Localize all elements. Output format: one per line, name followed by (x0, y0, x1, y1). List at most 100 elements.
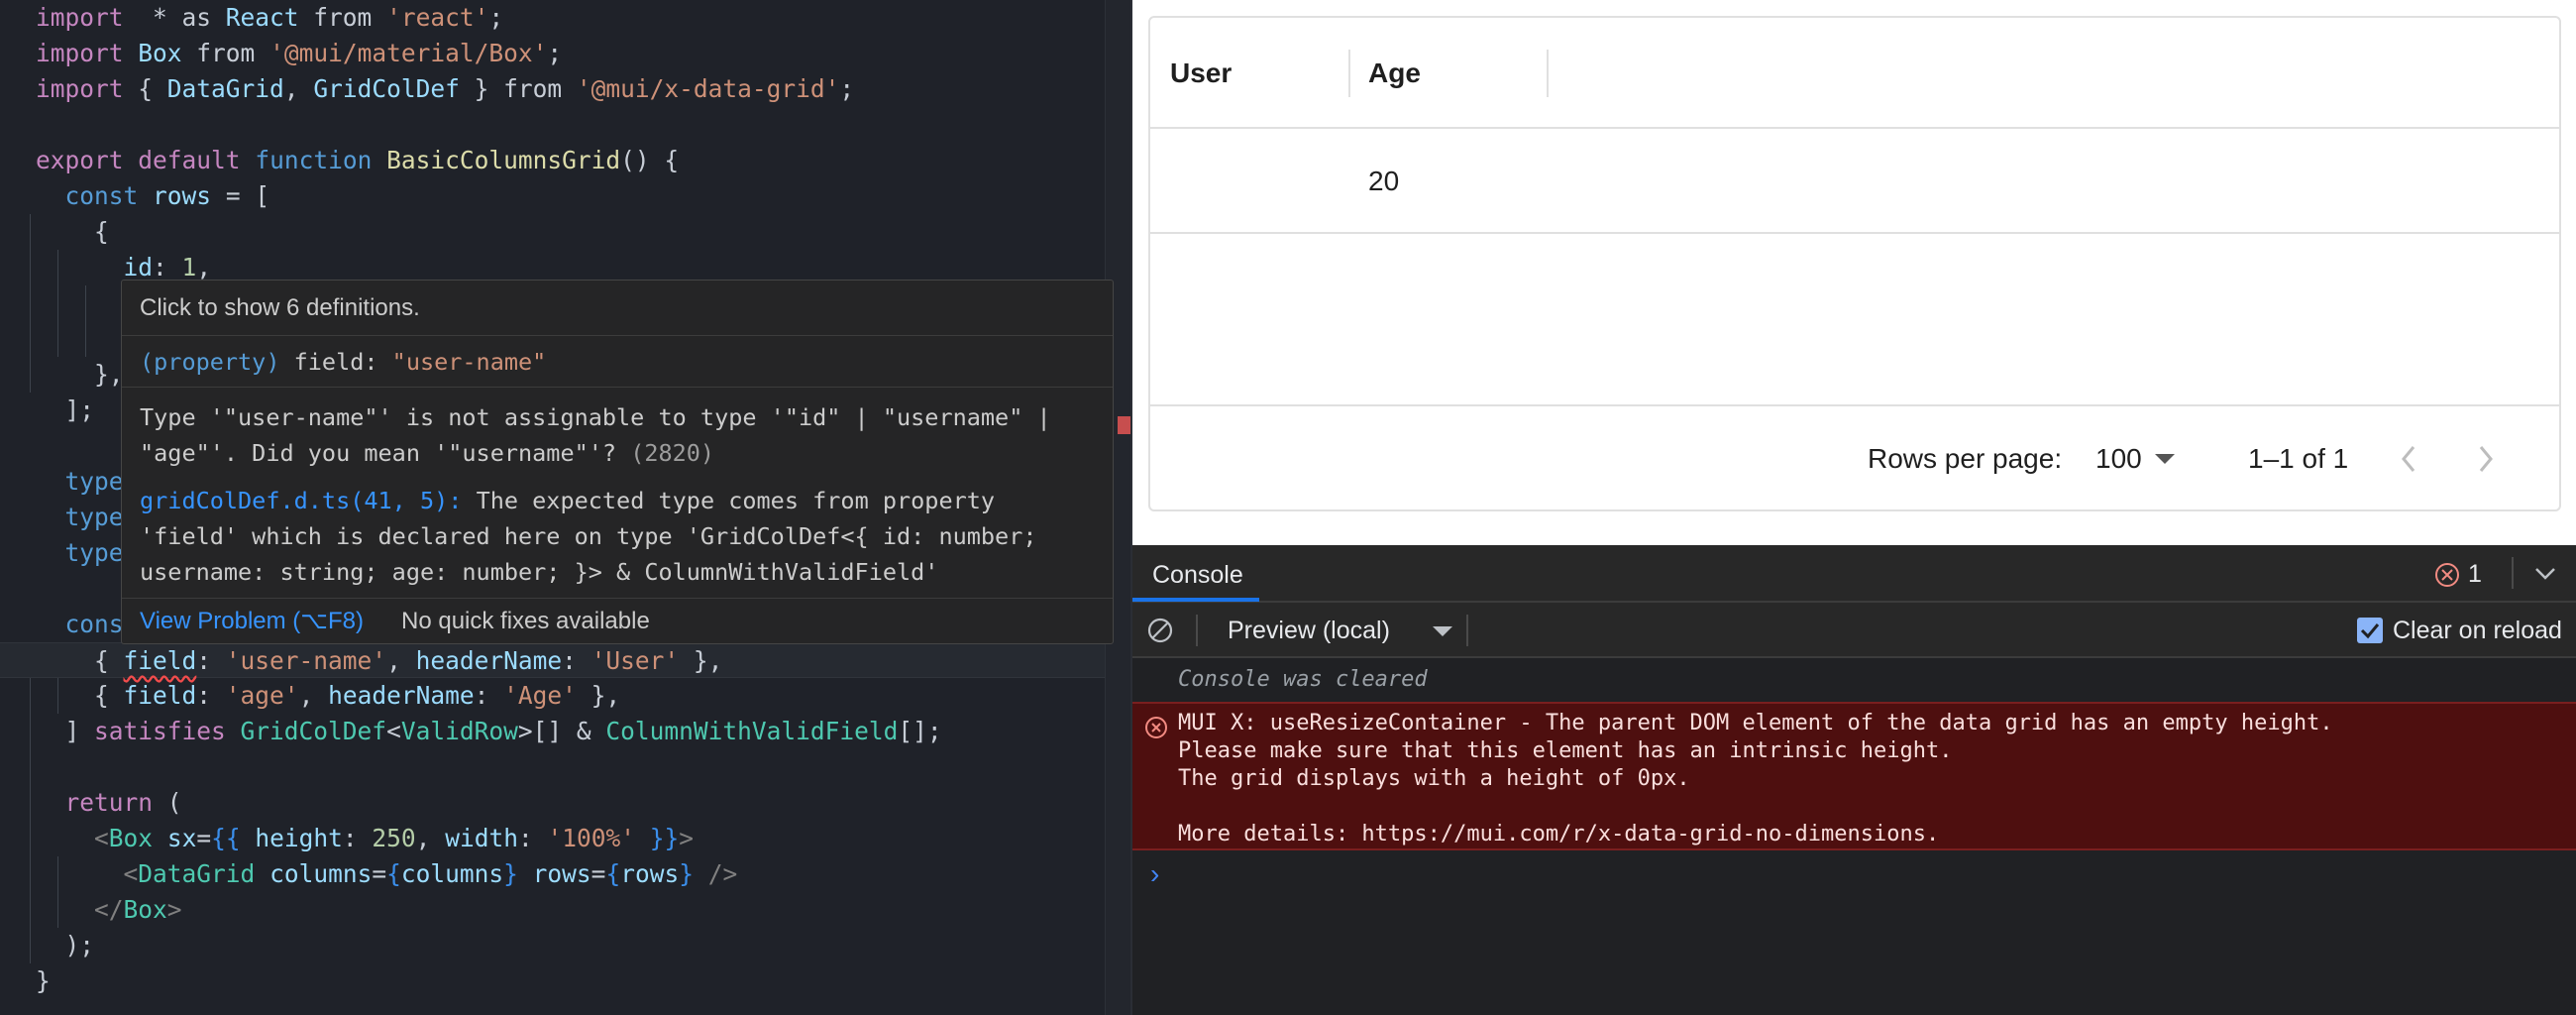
code-token: : (562, 646, 591, 675)
code-line[interactable]: export default function BasicColumnsGrid… (0, 143, 679, 178)
code-line[interactable]: type (0, 500, 124, 535)
code-token: ; (488, 3, 504, 32)
chevron-left-icon[interactable] (2399, 444, 2418, 474)
code-token: < (386, 717, 401, 745)
error-count[interactable]: 1 (2468, 545, 2482, 603)
error-line: The grid displays with a height of 0px. (1178, 766, 1690, 791)
code-line[interactable]: ]; (0, 393, 95, 428)
code-token: 'Age' (503, 681, 577, 710)
code-token: 'user-name' (225, 646, 387, 675)
code-line[interactable]: { field: 'age', headerName: 'Age' }, (0, 678, 620, 714)
code-token: import (36, 39, 124, 67)
code-line[interactable]: <DataGrid columns={columns} rows={rows} … (0, 856, 738, 892)
code-line[interactable]: { (0, 214, 109, 250)
clear-on-reload-checkbox[interactable] (2357, 618, 2383, 643)
code-token: height (255, 824, 343, 852)
code-line[interactable] (0, 107, 36, 143)
code-token: , (386, 646, 416, 675)
code-token: from (298, 3, 387, 32)
code-line[interactable]: cons (0, 607, 124, 642)
code-token: , (415, 824, 446, 852)
caret-down-icon[interactable] (2155, 454, 2175, 464)
caret-down-icon[interactable] (1433, 626, 1452, 636)
tab-console[interactable]: Console (1152, 545, 1243, 601)
clear-on-reload-label[interactable]: Clear on reload (2393, 603, 2562, 658)
code-token: columns (269, 859, 373, 888)
code-token: import (36, 74, 124, 103)
column-separator[interactable] (1547, 50, 1549, 97)
code-token: '@mui/material/Box' (269, 39, 548, 67)
code-token: }, (679, 646, 723, 675)
code-token: []; (898, 717, 942, 745)
table-row[interactable]: 20 (1150, 129, 2559, 234)
code-line[interactable]: const rows = [ (0, 178, 270, 214)
code-token: satisfies (94, 717, 226, 745)
code-token: { (386, 859, 401, 888)
definition-link[interactable]: gridColDef.d.ts(41, 5): (140, 487, 462, 514)
code-line[interactable] (0, 749, 36, 785)
data-grid[interactable]: User Age 20 Rows per page: 100 1–1 of 1 (1148, 16, 2561, 511)
code-line[interactable] (0, 571, 36, 607)
code-line[interactable]: ); (0, 928, 95, 963)
code-token: Box (108, 824, 154, 852)
code-line[interactable]: import Box from '@mui/material/Box'; (0, 36, 562, 71)
console-error-message[interactable]: MUI X: useResizeContainer - The parent D… (1132, 702, 2576, 850)
console-toolbar: Preview (local) Clear on reload (1132, 603, 2576, 658)
code-token: DataGrid (166, 74, 284, 103)
code-token: return (64, 788, 154, 817)
column-header-user[interactable]: User (1170, 18, 1232, 129)
code-token: ); (36, 931, 95, 959)
chevron-down-icon[interactable] (2533, 565, 2557, 583)
code-token: {{ (211, 824, 241, 852)
console-prompt-icon[interactable]: › (1150, 858, 1159, 890)
error-count-icon (2435, 563, 2459, 587)
code-line[interactable]: type (0, 464, 124, 500)
code-token: : (342, 824, 373, 852)
code-line[interactable]: ] satisfies GridColDef<ValidRow>[] & Col… (0, 714, 942, 749)
console-panel: Console 1 Preview (local) Clear on reloa… (1132, 545, 2576, 1015)
code-line-current[interactable]: { field: 'user-name', headerName: 'User'… (0, 642, 1105, 678)
code-line[interactable] (0, 321, 36, 357)
code-token: { (123, 74, 167, 103)
chevron-right-icon[interactable] (2476, 444, 2496, 474)
code-token: () { (620, 146, 680, 174)
code-token: < (123, 859, 139, 888)
code-line[interactable]: return ( (0, 785, 182, 821)
code-token: from (181, 39, 270, 67)
column-header-age[interactable]: Age (1368, 18, 1421, 129)
code-line[interactable]: }, (0, 357, 124, 393)
view-problem-link[interactable]: View Problem (⌥F8) (140, 599, 364, 644)
hover-header: Click to show 6 definitions. (140, 294, 420, 321)
code-token: }} (649, 824, 680, 852)
context-select[interactable]: Preview (local) (1228, 603, 1390, 658)
code-line[interactable]: </Box> (0, 892, 182, 928)
hover-signature: (property) field: "user-name" (140, 348, 547, 376)
definition-line: gridColDef.d.ts(41, 5): The expected typ… (140, 487, 996, 514)
code-token: id (123, 253, 154, 282)
code-line[interactable]: type (0, 535, 124, 571)
clear-console-icon[interactable] (1146, 617, 1174, 644)
code-line[interactable]: import * as React from 'react'; (0, 0, 503, 36)
column-separator[interactable] (1348, 50, 1350, 97)
code-token: , (298, 681, 329, 710)
code-line[interactable]: <Box sx={{ height: 250, width: '100%' }}… (0, 821, 694, 856)
code-line[interactable]: } (0, 963, 51, 999)
code-token: function (255, 146, 373, 174)
code-token: default (138, 146, 241, 174)
indent-guide (85, 285, 86, 357)
code-line[interactable] (0, 285, 36, 321)
code-line[interactable]: import { DataGrid, GridColDef } from '@m… (0, 71, 854, 107)
code-line[interactable] (0, 428, 36, 464)
rows-per-page-select[interactable]: 100 (2095, 406, 2142, 511)
code-token: ] (36, 717, 95, 745)
